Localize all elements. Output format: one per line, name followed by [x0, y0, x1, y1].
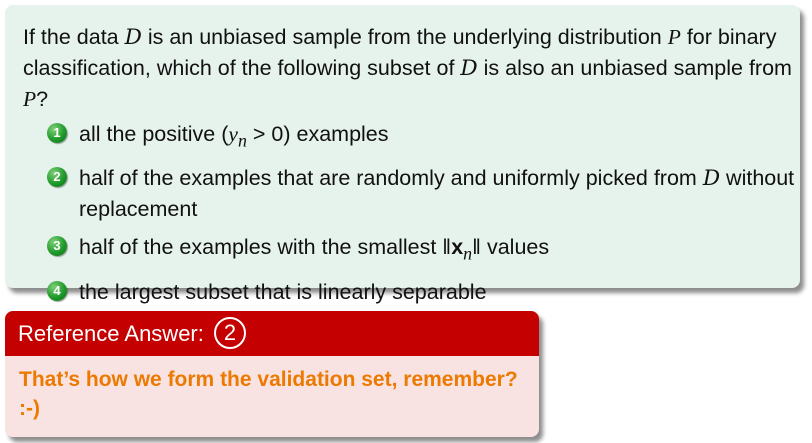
option-text: values: [481, 235, 550, 260]
reference-answer-box: Reference Answer: 2 That’s how we form t…: [5, 311, 539, 437]
option-text: ) examples: [283, 122, 389, 146]
index-subscript: n: [463, 243, 473, 264]
norm-bar: ‖: [442, 235, 452, 260]
option-3[interactable]: 3 half of the examples with the smallest …: [47, 232, 797, 268]
option-text: half of the examples that are randomly a…: [79, 166, 703, 191]
label-variable: y: [228, 122, 238, 146]
option-4[interactable]: 4 the largest subset that is linearly sep…: [47, 277, 797, 307]
question-part: If the data: [23, 25, 125, 49]
option-text: half of the examples with the smallest: [79, 235, 443, 260]
dataset-symbol: D: [124, 25, 142, 50]
answer-header: Reference Answer: 2: [5, 311, 539, 356]
option-number-badge: 4: [47, 280, 67, 301]
question-box: If the data D is an unbiased sample from…: [5, 5, 800, 304]
answer-explanation: That’s how we form the validation set, r…: [19, 368, 518, 420]
index-subscript: n: [237, 130, 247, 151]
distribution-symbol: P: [23, 87, 37, 111]
option-text: > 0: [246, 122, 284, 146]
option-number-badge: 2: [47, 167, 67, 188]
distribution-symbol: P: [667, 25, 681, 49]
question-part: is an unbiased sample from the underlyin…: [141, 25, 668, 49]
option-1[interactable]: 1 all the positive (yn > 0) examples: [47, 119, 797, 155]
option-2[interactable]: 2 half of the examples that are randomly …: [47, 163, 797, 224]
option-text: all the positive (: [79, 122, 229, 146]
option-number-badge: 3: [47, 236, 67, 257]
feature-vector: x: [451, 235, 464, 260]
norm-bar: ‖: [472, 235, 481, 260]
question-text: If the data D is an unbiased sample from…: [23, 22, 793, 114]
question-part: ?: [36, 87, 49, 111]
option-text: the largest subset that is linearly sepa…: [79, 279, 487, 304]
dataset-symbol: D: [702, 166, 721, 192]
answer-choice-circle: 2: [214, 317, 246, 350]
options-list: 1 all the positive (yn > 0) examples 2 hal…: [47, 119, 797, 315]
dataset-symbol: D: [460, 56, 478, 81]
question-part: is also an unbiased sample from: [477, 56, 792, 80]
option-number-badge: 1: [47, 123, 67, 143]
answer-header-label: Reference Answer:: [18, 321, 204, 346]
